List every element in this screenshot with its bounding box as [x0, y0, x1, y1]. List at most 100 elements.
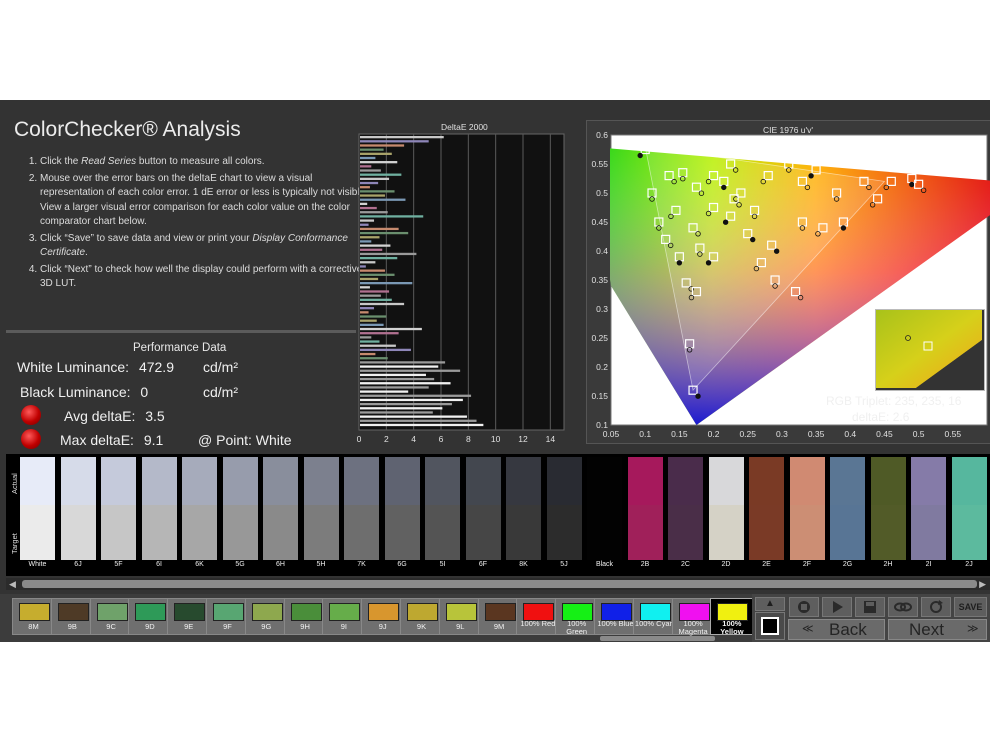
deltae-bar[interactable] — [360, 173, 402, 176]
deltae-bar[interactable] — [360, 186, 370, 189]
patch-tile[interactable]: 100% Blue — [594, 598, 637, 635]
deltae-bar[interactable] — [360, 298, 392, 301]
refresh-button[interactable] — [921, 597, 951, 617]
deltae-bar[interactable] — [360, 219, 375, 222]
deltae-bar[interactable] — [360, 277, 379, 281]
deltae-bar[interactable] — [360, 248, 383, 251]
deltae-bar[interactable] — [360, 181, 379, 185]
deltae-bar[interactable] — [360, 282, 413, 285]
color-swatch[interactable] — [60, 457, 96, 560]
patch-tile[interactable]: 9C — [89, 598, 133, 635]
color-swatch[interactable] — [911, 457, 946, 560]
patch-tile[interactable]: 9B — [50, 598, 94, 635]
deltae-bar[interactable] — [360, 319, 377, 322]
deltae-bar[interactable] — [360, 348, 411, 352]
comparator-scrollbar[interactable]: ◀ ▶ — [6, 578, 990, 590]
patch-tile[interactable]: 100% Green — [555, 598, 599, 636]
color-swatch[interactable] — [425, 457, 460, 560]
play-button[interactable] — [822, 597, 852, 617]
deltae-bar[interactable] — [360, 198, 406, 201]
color-swatch[interactable] — [708, 457, 744, 560]
deltae-bar[interactable] — [360, 311, 369, 314]
deltae-bar[interactable] — [360, 419, 477, 422]
deltae-bar[interactable] — [360, 169, 381, 172]
patch-strip-scrollbar[interactable] — [600, 636, 715, 641]
color-swatch[interactable] — [546, 457, 582, 560]
scroll-left-arrow-icon[interactable]: ◀ — [9, 579, 16, 590]
patch-tile[interactable]: 9E — [167, 598, 211, 635]
deltae-bar[interactable] — [360, 190, 395, 193]
patch-tile[interactable]: 8M — [12, 598, 55, 635]
deltae-bar[interactable] — [360, 256, 398, 260]
color-swatch[interactable] — [465, 457, 501, 560]
patch-tile[interactable]: 9H — [283, 598, 327, 635]
color-swatch[interactable] — [182, 457, 217, 560]
deltae-bar[interactable] — [360, 382, 451, 385]
deltae-bar[interactable] — [360, 194, 385, 197]
patch-tile[interactable]: 9J — [361, 598, 405, 635]
deltae-bar[interactable] — [360, 252, 417, 256]
patch-tile[interactable]: 100% Magenta — [671, 598, 715, 636]
color-swatch[interactable] — [870, 457, 906, 560]
deltae-bar[interactable] — [360, 336, 372, 339]
deltae-bar[interactable] — [360, 344, 396, 347]
color-swatch[interactable] — [384, 457, 420, 560]
deltae-bar[interactable] — [360, 140, 429, 143]
deltae-bar[interactable] — [360, 327, 422, 331]
deltae-bar[interactable] — [360, 315, 387, 318]
color-swatch[interactable] — [668, 457, 703, 560]
deltae-bar[interactable] — [360, 398, 463, 402]
deltae-bar[interactable] — [360, 402, 452, 406]
patch-tile[interactable]: 9I — [322, 598, 366, 635]
color-swatch[interactable] — [951, 457, 987, 560]
color-swatch[interactable] — [222, 457, 258, 560]
deltae-bar[interactable] — [360, 386, 429, 389]
deltae-bar[interactable] — [360, 152, 392, 155]
deltae-bar[interactable] — [360, 340, 380, 343]
deltae-bar[interactable] — [360, 415, 467, 418]
deltae-bar[interactable] — [360, 161, 398, 164]
color-swatch[interactable] — [749, 457, 784, 560]
deltae-bar[interactable] — [360, 136, 444, 139]
deltae-bar[interactable] — [360, 265, 366, 268]
deltae-bar[interactable] — [360, 369, 461, 372]
patch-tile[interactable]: 9D — [128, 598, 172, 635]
deltae-bar[interactable] — [360, 244, 391, 247]
deltae-bar[interactable] — [360, 423, 484, 427]
deltae-bar[interactable] — [360, 294, 381, 297]
color-swatch[interactable] — [20, 457, 55, 560]
color-swatch[interactable] — [344, 457, 379, 560]
deltae-bar[interactable] — [360, 148, 384, 151]
deltae-bar[interactable] — [360, 273, 395, 276]
deltae-bar[interactable] — [360, 240, 372, 243]
deltae-bar[interactable] — [360, 236, 380, 239]
deltae-bar[interactable] — [360, 223, 369, 226]
link-button[interactable] — [888, 597, 918, 617]
color-swatch[interactable] — [830, 457, 865, 560]
deltae-bar[interactable] — [360, 390, 409, 393]
patch-tile[interactable]: 100% Cyan — [632, 598, 676, 635]
deltae-bar[interactable] — [360, 215, 424, 218]
back-button[interactable]: ≪ Back — [788, 619, 885, 640]
deltae-bar[interactable] — [360, 165, 372, 168]
deltae-bar[interactable] — [360, 177, 390, 181]
deltae-bar[interactable] — [360, 269, 385, 272]
deltae-bar[interactable] — [360, 302, 405, 306]
color-swatch[interactable] — [101, 457, 136, 560]
color-swatch[interactable] — [506, 457, 541, 560]
deltae-bar[interactable] — [360, 323, 384, 327]
deltae-bar[interactable] — [360, 365, 439, 368]
deltae-bar[interactable] — [360, 373, 426, 377]
deltae-bar[interactable] — [360, 206, 377, 210]
patch-tile[interactable]: 9L — [438, 598, 482, 635]
patch-tile[interactable]: 9G — [244, 598, 288, 635]
deltae-bar[interactable] — [360, 227, 399, 231]
deltae-bar-chart[interactable]: 0 2 4 6 8 10 12 14 — [356, 130, 572, 448]
deltae-bar[interactable] — [360, 290, 390, 293]
deltae-bar[interactable] — [360, 307, 375, 310]
scroll-up-button[interactable]: ▲ — [755, 597, 785, 611]
deltae-bar[interactable] — [360, 357, 388, 360]
color-swatch[interactable] — [141, 457, 177, 560]
record-button[interactable] — [789, 597, 819, 617]
scroll-right-arrow-icon[interactable]: ▶ — [979, 579, 986, 590]
